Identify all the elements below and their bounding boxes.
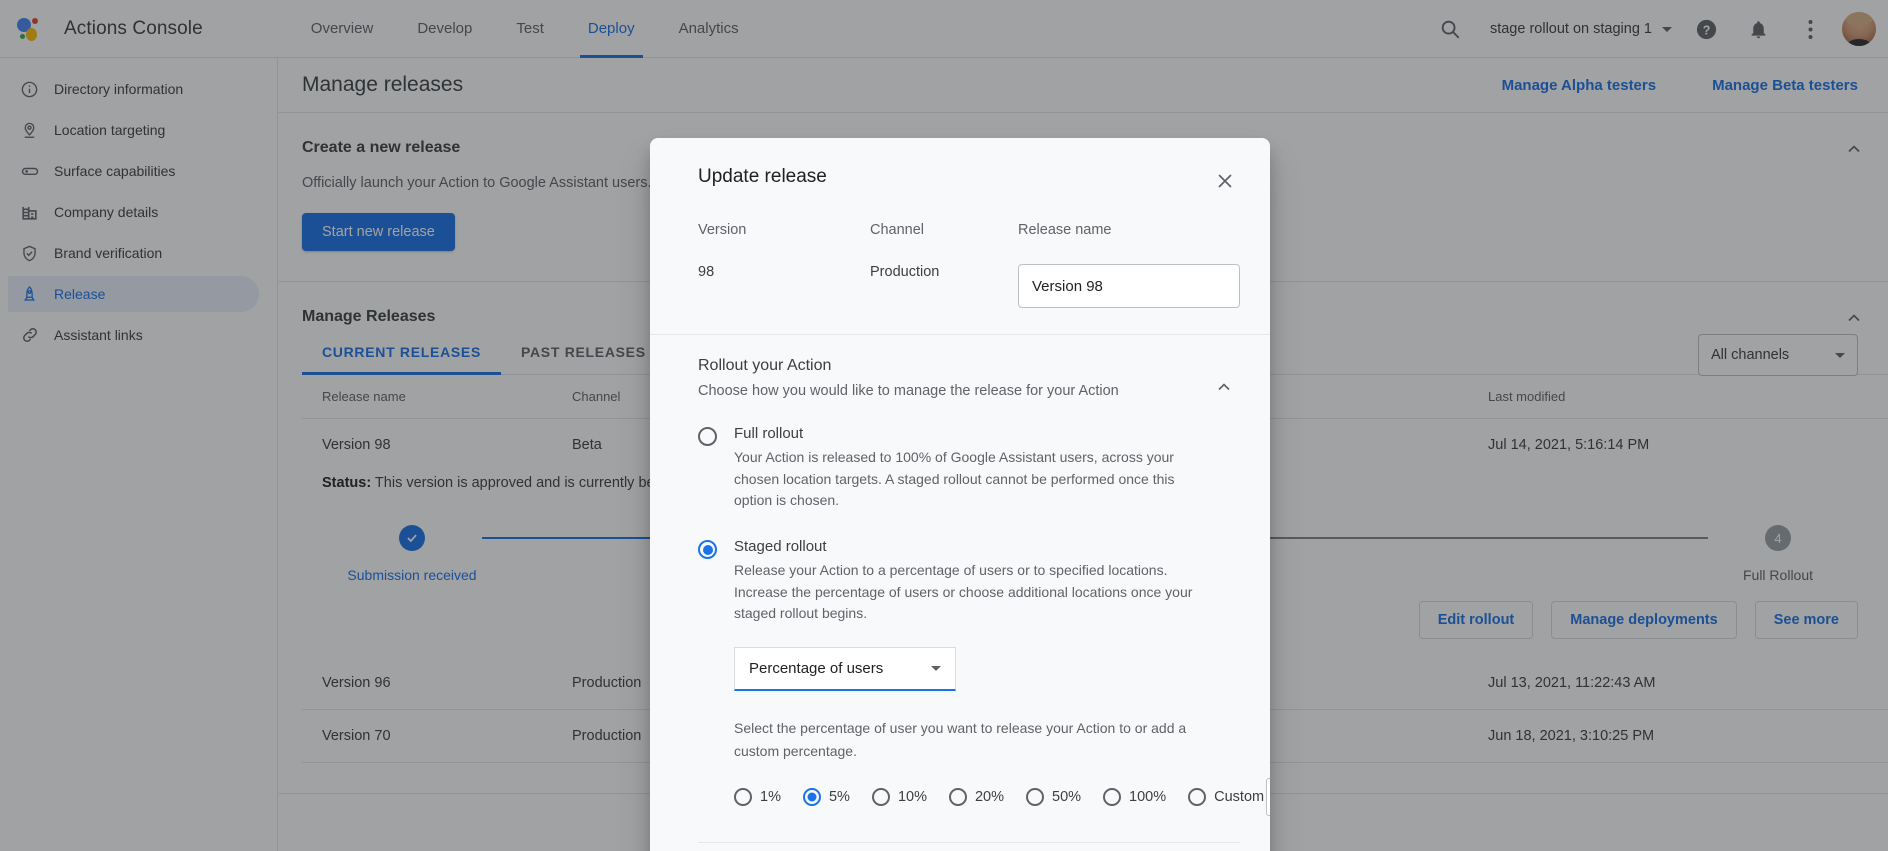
percentage-options-row: 1% 5% 10% 20% 50% bbox=[734, 778, 1240, 816]
percent-option-label: 50% bbox=[1052, 789, 1081, 805]
full-rollout-label: Full rollout bbox=[734, 425, 1214, 442]
rollout-mode-value: Percentage of users bbox=[749, 660, 883, 677]
rollout-section: Rollout your Action Choose how you would… bbox=[650, 335, 1270, 851]
percent-option-label: 20% bbox=[975, 789, 1004, 805]
percent-option-10[interactable]: 10% bbox=[872, 788, 927, 806]
percent-option-label: 100% bbox=[1129, 789, 1166, 805]
release-name-input[interactable] bbox=[1018, 264, 1240, 308]
version-value: 98 bbox=[698, 264, 870, 280]
rollout-section-subtitle: Choose how you would like to manage the … bbox=[698, 383, 1240, 399]
rollout-section-title: Rollout your Action bbox=[698, 357, 1240, 375]
channel-label: Channel bbox=[870, 222, 1018, 238]
version-column: Version 98 bbox=[698, 222, 870, 280]
chevron-down-icon bbox=[931, 666, 941, 671]
release-name-label: Release name bbox=[1018, 222, 1240, 238]
percent-option-50[interactable]: 50% bbox=[1026, 788, 1081, 806]
percent-option-label: 1% bbox=[760, 789, 781, 805]
radio-percent-100[interactable] bbox=[1103, 788, 1121, 806]
release-info-grid: Version 98 Channel Production Release na… bbox=[650, 196, 1270, 334]
percent-option-label: 5% bbox=[829, 789, 850, 805]
dialog-footer: Cancel Submit bbox=[698, 842, 1240, 851]
percent-option-5[interactable]: 5% bbox=[803, 788, 850, 806]
radio-percent-1[interactable] bbox=[734, 788, 752, 806]
app-root: Actions Console Overview Develop Test De… bbox=[0, 0, 1888, 851]
radio-staged-rollout[interactable] bbox=[698, 540, 717, 559]
chevron-up-icon[interactable] bbox=[1214, 377, 1234, 402]
percent-option-label: Custom bbox=[1214, 789, 1264, 805]
percentage-help-text: Select the percentage of user you want t… bbox=[734, 717, 1194, 762]
percent-option-label: 10% bbox=[898, 789, 927, 805]
radio-percent-20[interactable] bbox=[949, 788, 967, 806]
dialog-header: Update release bbox=[650, 138, 1270, 196]
radio-percent-5[interactable] bbox=[803, 788, 821, 806]
custom-percentage-input[interactable] bbox=[1266, 778, 1270, 816]
radio-full-rollout[interactable] bbox=[698, 427, 717, 446]
full-rollout-description: Your Action is released to 100% of Googl… bbox=[734, 447, 1214, 512]
close-icon[interactable] bbox=[1210, 166, 1240, 196]
dialog-title: Update release bbox=[698, 166, 827, 188]
rollout-option-full[interactable]: Full rollout Your Action is released to … bbox=[698, 425, 1240, 512]
staged-rollout-label: Staged rollout bbox=[734, 538, 1214, 555]
radio-percent-custom[interactable] bbox=[1188, 788, 1206, 806]
percent-option-100[interactable]: 100% bbox=[1103, 788, 1166, 806]
rollout-option-staged[interactable]: Staged rollout Release your Action to a … bbox=[698, 538, 1240, 625]
radio-percent-50[interactable] bbox=[1026, 788, 1044, 806]
radio-percent-10[interactable] bbox=[872, 788, 890, 806]
channel-column: Channel Production bbox=[870, 222, 1018, 280]
percent-option-20[interactable]: 20% bbox=[949, 788, 1004, 806]
staged-rollout-description: Release your Action to a percentage of u… bbox=[734, 560, 1214, 625]
percent-option-1[interactable]: 1% bbox=[734, 788, 781, 806]
version-label: Version bbox=[698, 222, 870, 238]
rollout-mode-select[interactable]: Percentage of users bbox=[734, 647, 956, 691]
percent-option-custom[interactable]: Custom bbox=[1188, 788, 1264, 806]
release-name-column: Release name bbox=[1018, 222, 1240, 308]
update-release-dialog: Update release Version 98 Channel Produc… bbox=[650, 138, 1270, 851]
channel-value: Production bbox=[870, 264, 1018, 280]
